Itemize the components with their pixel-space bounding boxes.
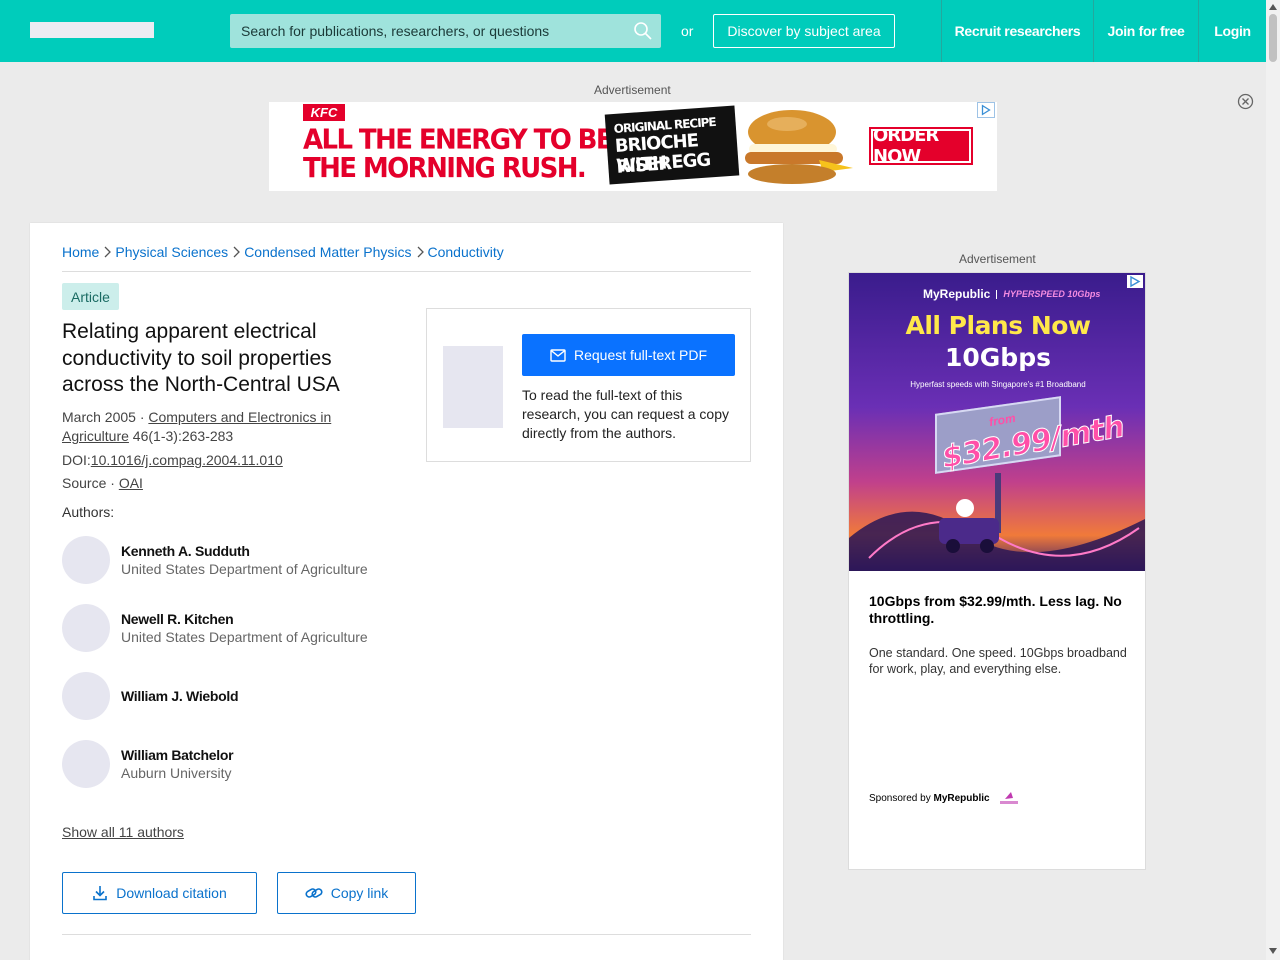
- download-citation-button[interactable]: Download citation: [62, 872, 257, 914]
- author-item[interactable]: Kenneth A. Sudduth United States Departm…: [62, 536, 422, 584]
- author-name[interactable]: William J. Wiebold: [121, 688, 239, 704]
- or-separator: or: [681, 23, 694, 39]
- ad-headline: ALL THE ENERGY TO BEAT THE MORNING RUSH.: [303, 124, 646, 185]
- author-name[interactable]: Newell R. Kitchen: [121, 611, 234, 627]
- request-fulltext-panel: Request full-text PDF To read the full-t…: [426, 308, 751, 462]
- side-banner-ad[interactable]: MyRepublic HYPERSPEED 10Gbps All Plans N…: [848, 272, 1146, 870]
- recruit-researchers-link[interactable]: Recruit researchers: [941, 0, 1093, 62]
- author-name[interactable]: William Batchelor: [121, 747, 234, 763]
- copy-link-label: Copy link: [330, 885, 389, 901]
- actions-divider: [62, 934, 751, 935]
- avatar: [62, 672, 110, 720]
- link-icon: [305, 888, 323, 898]
- search-input[interactable]: [230, 14, 625, 48]
- request-fulltext-button[interactable]: Request full-text PDF: [522, 334, 735, 376]
- article-type-badge: Article: [62, 283, 119, 310]
- ad-headline-speed: 10Gbps: [945, 343, 1051, 372]
- source-link[interactable]: OAI: [119, 475, 143, 491]
- login-link[interactable]: Login: [1198, 0, 1266, 62]
- chevron-right-icon: [233, 246, 241, 258]
- ad-headline: All Plans Now: [905, 311, 1091, 340]
- breadcrumb-conductivity[interactable]: Conductivity: [428, 244, 504, 260]
- side-ad-image: MyRepublic HYPERSPEED 10Gbps All Plans N…: [849, 273, 1145, 571]
- top-navigation-bar: or Discover by subject area Recruit rese…: [0, 0, 1266, 62]
- top-banner-ad[interactable]: KFC ALL THE ENERGY TO BEAT THE MORNING R…: [269, 102, 997, 191]
- ad-tagline: Hyperfast speeds with Singapore's #1 Bro…: [910, 380, 1086, 389]
- burger-image: [745, 110, 853, 184]
- doi-link[interactable]: 10.1016/j.compag.2004.11.010: [91, 452, 283, 468]
- ad-product-sign: ORIGINAL RECIPE BRIOCHE RISER WITH EGG: [604, 105, 740, 185]
- myrepublic-logo: MyRepublic HYPERSPEED 10Gbps: [923, 287, 1100, 301]
- breadcrumb-divider: [62, 271, 751, 272]
- ad-headline-line2: THE MORNING RUSH.: [303, 152, 587, 185]
- sponsor-name[interactable]: MyRepublic: [934, 793, 990, 804]
- envelope-icon: [550, 348, 566, 362]
- chevron-right-icon: [417, 246, 424, 258]
- adchoices-icon[interactable]: [1127, 275, 1143, 288]
- scroll-down-arrow-icon[interactable]: [1266, 946, 1280, 956]
- kfc-logo: KFC: [303, 104, 345, 121]
- page-scrollbar[interactable]: [1266, 0, 1280, 960]
- side-ad-description: One standard. One speed. 10Gbps broadban…: [869, 646, 1127, 676]
- author-affiliation: United States Department of Agriculture: [121, 561, 368, 577]
- show-all-authors-link[interactable]: Show all 11 authors: [62, 824, 184, 840]
- doi-row: DOI:10.1016/j.compag.2004.11.010: [62, 451, 283, 470]
- request-description: To read the full-text of this research, …: [522, 387, 730, 441]
- breadcrumb-condensed-matter[interactable]: Condensed Matter Physics: [244, 244, 411, 260]
- join-for-free-link[interactable]: Join for free: [1093, 0, 1198, 62]
- brand-name: MyRepublic: [923, 287, 991, 301]
- pdf-thumbnail: [443, 346, 503, 428]
- volume-pages: 46(1-3):263-283: [128, 428, 234, 444]
- avatar: [62, 740, 110, 788]
- author-affiliation: United States Department of Agriculture: [121, 629, 368, 645]
- close-ad-icon[interactable]: [1237, 93, 1254, 110]
- side-ad-body: 10Gbps from $32.99/mth. Less lag. No thr…: [869, 593, 1129, 677]
- scroll-up-arrow-icon[interactable]: [1266, 2, 1280, 12]
- top-ad-label: Advertisement: [594, 83, 671, 97]
- side-ad-label: Advertisement: [959, 252, 1036, 266]
- avatar: [62, 604, 110, 652]
- discover-by-subject-button[interactable]: Discover by subject area: [713, 14, 895, 48]
- speed-badge: HYPERSPEED 10Gbps: [996, 289, 1100, 299]
- ad-headline-line1: ALL THE ENERGY TO BEAT: [303, 124, 646, 157]
- search-bar: [230, 14, 661, 48]
- page-title: Relating apparent electrical conductivit…: [62, 320, 340, 396]
- site-logo[interactable]: [30, 22, 154, 38]
- doi-label: DOI:: [62, 452, 91, 468]
- side-ad-title[interactable]: 10Gbps from $32.99/mth. Less lag. No thr…: [869, 593, 1129, 627]
- adchoices-icon[interactable]: [977, 102, 995, 118]
- search-icon[interactable]: [633, 21, 653, 41]
- download-icon: [93, 886, 108, 901]
- chevron-right-icon: [104, 246, 112, 258]
- publication-meta: March 2005 · Computers and Electronics i…: [62, 408, 382, 446]
- sponsored-prefix: Sponsored by: [869, 792, 934, 804]
- sponsored-by: Sponsored by MyRepublic: [869, 789, 1022, 807]
- source-row: Source · OAI: [62, 474, 143, 493]
- myrepublic-small-logo-icon: [999, 792, 1018, 804]
- avatar: [62, 536, 110, 584]
- scrollbar-thumb[interactable]: [1269, 14, 1277, 62]
- author-item[interactable]: William Batchelor Auburn University: [62, 740, 422, 788]
- breadcrumb: Home Physical Sciences Condensed Matter …: [62, 244, 504, 260]
- author-name[interactable]: Kenneth A. Sudduth: [121, 543, 250, 559]
- publication-date: March 2005 ·: [62, 409, 149, 425]
- breadcrumb-home[interactable]: Home: [62, 244, 99, 260]
- publication-card: Home Physical Sciences Condensed Matter …: [30, 223, 783, 960]
- request-fulltext-label: Request full-text PDF: [573, 347, 708, 363]
- source-label: Source ·: [62, 475, 119, 491]
- author-affiliation: Auburn University: [121, 765, 232, 781]
- author-item[interactable]: Newell R. Kitchen United States Departme…: [62, 604, 422, 652]
- download-citation-label: Download citation: [116, 885, 227, 901]
- authors-heading: Authors:: [62, 504, 115, 520]
- header-nav: Recruit researchers Join for free Login: [941, 0, 1266, 62]
- breadcrumb-physical-sciences[interactable]: Physical Sciences: [115, 244, 228, 260]
- copy-link-button[interactable]: Copy link: [277, 872, 416, 914]
- rollercoaster-illustration: [849, 499, 1145, 571]
- author-item[interactable]: William J. Wiebold: [62, 672, 422, 720]
- order-now-button[interactable]: ORDER NOW: [869, 125, 973, 167]
